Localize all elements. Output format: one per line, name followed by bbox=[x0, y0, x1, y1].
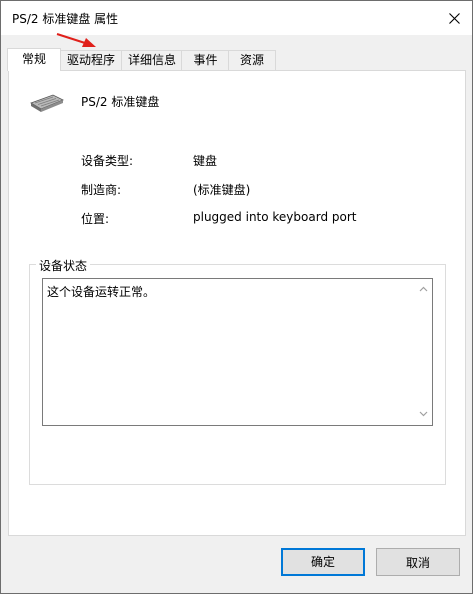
device-type-label: 设备类型: bbox=[81, 154, 134, 168]
location-value: plugged into keyboard port bbox=[193, 210, 357, 224]
properties-dialog: PS/2 标准键盘 属性 常规 驱动程序 详细信息 事件 资源 PS/2 标准键… bbox=[0, 0, 473, 594]
device-status-text: 这个设备运转正常。 bbox=[47, 285, 156, 299]
tab-driver[interactable]: 驱动程序 bbox=[59, 50, 123, 70]
keyboard-icon bbox=[30, 94, 64, 112]
location-label: 位置: bbox=[81, 212, 110, 226]
title-bar: PS/2 标准键盘 属性 bbox=[1, 1, 472, 35]
tab-resources[interactable]: 资源 bbox=[228, 50, 276, 70]
device-status-group: 设备状态 这个设备运转正常。 bbox=[29, 257, 446, 485]
tab-strip: 常规 驱动程序 详细信息 事件 资源 bbox=[1, 48, 472, 71]
tab-details[interactable]: 详细信息 bbox=[121, 50, 183, 70]
general-tab-panel: PS/2 标准键盘 设备类型: 键盘 制造商: (标准键盘) 位置: plugg… bbox=[8, 70, 466, 536]
manufacturer-label: 制造商: bbox=[81, 183, 122, 197]
device-status-label: 设备状态 bbox=[36, 257, 91, 274]
device-type-value: 键盘 bbox=[193, 154, 218, 168]
manufacturer-value: (标准键盘) bbox=[193, 183, 251, 197]
status-scrollbar[interactable] bbox=[415, 279, 432, 425]
device-name: PS/2 标准键盘 bbox=[81, 95, 160, 109]
tab-general[interactable]: 常规 bbox=[7, 48, 61, 71]
close-button[interactable] bbox=[437, 1, 472, 35]
device-status-textbox[interactable]: 这个设备运转正常。 bbox=[42, 278, 433, 426]
cancel-button[interactable]: 取消 bbox=[376, 548, 460, 576]
window-title: PS/2 标准键盘 属性 bbox=[12, 12, 119, 26]
scroll-up-icon[interactable] bbox=[419, 285, 428, 294]
close-icon bbox=[449, 13, 460, 24]
ok-button[interactable]: 确定 bbox=[281, 548, 365, 576]
scroll-down-icon[interactable] bbox=[419, 409, 428, 418]
tab-events[interactable]: 事件 bbox=[181, 50, 230, 70]
